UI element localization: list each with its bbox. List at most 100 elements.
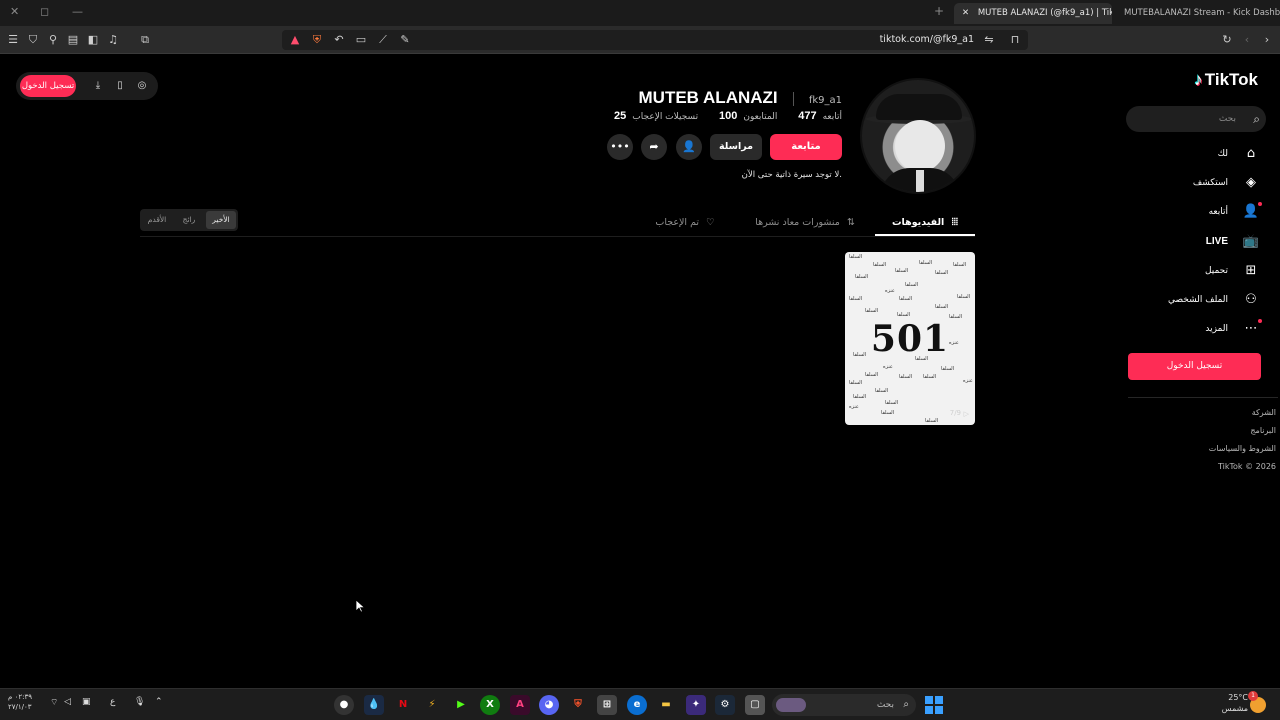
screenshot-icon[interactable]: ⧉ <box>136 31 154 49</box>
url-text[interactable]: tiktok.com/@fk9_a1 <box>880 30 974 50</box>
watermark-text: السلفا <box>935 304 949 310</box>
taskbar-search[interactable]: بحث ⌕ <box>772 694 916 716</box>
footer-link-program[interactable]: البرنامج <box>1250 426 1276 435</box>
watermark-text: عنزه <box>949 340 959 346</box>
stat-following[interactable]: أتابعه 477 <box>792 110 842 122</box>
undo-icon[interactable]: ↶ <box>330 31 348 49</box>
tab-label: منشورات معاد نشرها <box>755 217 840 228</box>
chevron-up-icon[interactable]: ⌃ <box>155 697 163 707</box>
taskbar-search-placeholder: بحث <box>876 700 894 710</box>
stat-followers[interactable]: المتابعون 100 <box>713 110 777 122</box>
network-icon[interactable]: ⌔ <box>50 697 58 708</box>
download-icon[interactable]: ⤓ <box>88 76 108 96</box>
tiktok-logo[interactable]: ♪ TikTok <box>1194 70 1258 90</box>
share-button[interactable]: ➦ <box>641 134 667 160</box>
reload-icon[interactable]: ↻ <box>1218 31 1236 49</box>
translate-icon[interactable]: ⟋ <box>374 31 392 49</box>
window-minimize-icon[interactable]: — <box>72 5 83 18</box>
app-generic-icon[interactable]: ✦ <box>686 695 706 715</box>
weather-widget[interactable]: 25°C مشمس <box>1216 692 1248 714</box>
tab-liked[interactable]: تم الإعجاب ♡ <box>645 211 725 235</box>
edit-icon[interactable]: ✎ <box>396 31 414 49</box>
back-icon[interactable]: ‹ <box>1238 31 1256 49</box>
footer-copyright: TikTok © 2026 <box>1218 462 1276 471</box>
follow-button[interactable]: متابعة <box>770 134 842 160</box>
watermark-text: السلفا <box>865 372 879 378</box>
site-settings-icon[interactable]: ⇋ <box>980 31 998 49</box>
tab-reposts[interactable]: منشورات معاد نشرها ⇅ <box>745 211 865 235</box>
video-thumbnail[interactable]: السلفا السلفا السلفا السلفا السلفا السلف… <box>845 252 975 425</box>
name-divider <box>792 91 794 106</box>
tab-close-icon[interactable]: ✕ <box>962 8 969 18</box>
cast-icon[interactable]: ▭ <box>352 31 370 49</box>
edge-app-icon[interactable]: e <box>627 695 647 715</box>
sidebar-item-live[interactable]: 📺 LIVE <box>1140 231 1260 253</box>
profile-avatar[interactable] <box>860 78 976 194</box>
phone-icon[interactable]: ▯ <box>110 76 130 96</box>
repost-icon: ⇅ <box>846 217 855 228</box>
sidebar-toggle-icon[interactable]: ◧ <box>84 31 102 49</box>
sidebar-item-label: أتابعه <box>1208 207 1228 217</box>
steam-app-icon[interactable]: ⚙ <box>715 695 735 715</box>
tab-tiktok-profile[interactable]: ✕ MUTEB ALANAZI (@fk9_a1) | TikTok ♪ <box>954 3 1112 24</box>
notification-center-icon[interactable]: ▣ <box>82 697 91 707</box>
window-close-icon[interactable]: ✕ <box>10 5 19 18</box>
add-friend-button[interactable]: 👤 <box>676 134 702 160</box>
xbox-app-icon[interactable]: X <box>480 695 500 715</box>
sidebar-login-button[interactable]: تسجيل الدخول <box>1128 353 1261 380</box>
window-restore-icon[interactable]: ◻ <box>40 5 49 18</box>
brave-shield-icon[interactable]: ⛨ <box>308 31 326 49</box>
app-a-icon[interactable]: A <box>510 695 530 715</box>
water-app-icon[interactable]: 💧 <box>364 695 384 715</box>
obs-app-icon[interactable]: ● <box>334 695 354 715</box>
footer-link-company[interactable]: الشركة <box>1252 408 1276 417</box>
tab-label: الفيديوهات <box>892 217 945 228</box>
windows-start-icon[interactable] <box>925 696 943 714</box>
taskbar-clock[interactable]: ٠٢:٣٩ م ٢٧/١/٠٣ <box>8 692 32 712</box>
sort-popular[interactable]: رائج <box>174 211 204 229</box>
new-tab-icon[interactable]: + <box>934 4 944 18</box>
music-icon[interactable]: ♫ <box>104 31 122 49</box>
message-button[interactable]: مراسلة <box>710 134 762 160</box>
stat-likes: تسجيلات الإعجاب 25 <box>608 110 698 122</box>
file-explorer-icon[interactable]: ▬ <box>656 695 676 715</box>
brave-app-icon[interactable]: ⛨ <box>568 695 588 715</box>
sidebar-item-explore[interactable]: ◈ استكشف <box>1140 172 1260 194</box>
stat-label: أتابعه <box>822 112 842 122</box>
bookmark-icon[interactable]: ⊓ <box>1006 31 1024 49</box>
reader-icon[interactable]: ▤ <box>64 31 82 49</box>
sidebar-item-following[interactable]: 👤 أتابعه <box>1140 201 1262 223</box>
notification-dot <box>1258 202 1262 206</box>
app-window-icon[interactable]: ▢ <box>745 695 765 715</box>
forward-icon[interactable]: › <box>1258 31 1276 49</box>
menu-icon[interactable]: ☰ <box>4 31 22 49</box>
sidebar-item-upload[interactable]: ⊞ تحميل <box>1140 260 1260 282</box>
tab-kick-dashboard[interactable]: MUTEBALANAZI Stream - Kick Dashb K <box>1116 3 1280 24</box>
netflix-app-icon[interactable]: N <box>393 695 413 715</box>
language-icon[interactable]: ع <box>110 697 115 707</box>
brave-rewards-icon[interactable]: ▲ <box>286 31 304 49</box>
tab-videos[interactable]: الفيديوهات ⦙⦙⦙ <box>875 211 975 235</box>
search-input[interactable]: بحث ⌕ <box>1126 106 1266 132</box>
more-options-button[interactable]: ••• <box>607 134 633 160</box>
sidebar-item-more[interactable]: ⋯ المزيد <box>1140 318 1262 340</box>
shield-icon[interactable]: ⛉ <box>24 31 42 49</box>
compass-small-icon[interactable]: ◎ <box>132 76 152 96</box>
microphone-icon[interactable]: 🎙 <box>134 697 145 707</box>
sidebar-item-profile[interactable]: ⚇ الملف الشخصي <box>1140 289 1260 311</box>
footer-link-terms[interactable]: الشروط والسياسات <box>1209 444 1276 453</box>
address-bar[interactable]: ▲ ⛨ ↶ ▭ ⟋ ✎ tiktok.com/@fk9_a1 ⇋ <box>282 30 1028 50</box>
volume-icon[interactable]: ◁ <box>64 697 71 707</box>
fire-app-icon[interactable]: ⚡ <box>422 695 442 715</box>
top-login-button[interactable]: تسجيل الدخول <box>20 75 76 97</box>
sort-oldest[interactable]: الأقدم <box>142 211 172 229</box>
heart-icon: ♡ <box>706 217 715 228</box>
store-app-icon[interactable]: ⊞ <box>597 695 617 715</box>
pin-icon[interactable]: ⚲ <box>44 31 62 49</box>
search-icon[interactable]: ⌕ <box>1253 106 1260 132</box>
kick-app-icon[interactable]: ▶ <box>451 695 471 715</box>
sidebar-item-for-you[interactable]: ⌂ لك <box>1140 143 1260 165</box>
discord-app-icon[interactable]: ◕ <box>539 695 559 715</box>
sort-latest[interactable]: الأخير <box>206 211 236 229</box>
weather-temp: 25°C <box>1228 693 1248 702</box>
